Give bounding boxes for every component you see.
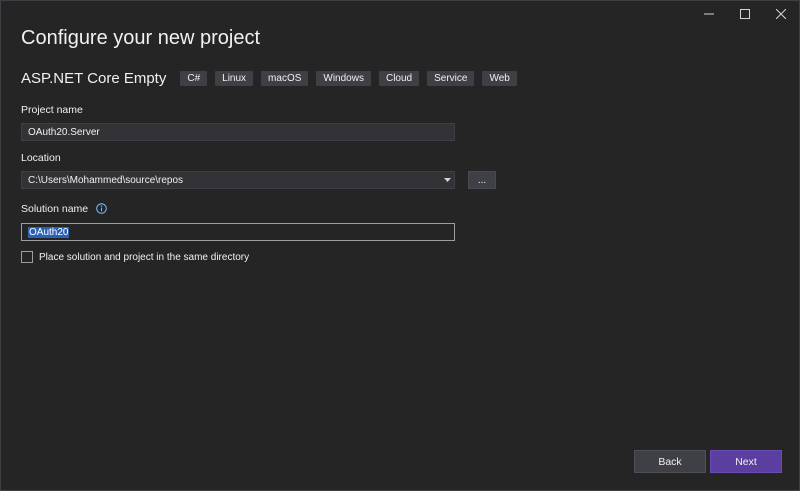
template-name: ASP.NET Core Empty xyxy=(21,70,167,87)
template-info: ASP.NET Core Empty C# Linux macOS Window… xyxy=(21,70,517,87)
browse-button[interactable]: ... xyxy=(468,171,496,189)
solution-name-label-row: Solution name xyxy=(21,203,107,215)
page-title: Configure your new project xyxy=(21,27,261,49)
tag-windows: Windows xyxy=(316,71,371,86)
solution-name-label: Solution name xyxy=(21,203,89,215)
location-combobox[interactable]: C:\Users\Mohammed\source\repos xyxy=(21,171,455,189)
close-icon xyxy=(776,9,786,19)
next-button[interactable]: Next xyxy=(710,450,782,473)
close-button[interactable] xyxy=(763,1,799,27)
tag-csharp: C# xyxy=(180,71,208,86)
window-controls xyxy=(691,1,799,27)
tag-service: Service xyxy=(427,71,475,86)
same-directory-checkbox[interactable] xyxy=(21,251,33,263)
minimize-icon xyxy=(704,13,714,15)
same-directory-option[interactable]: Place solution and project in the same d… xyxy=(21,251,249,263)
project-name-field[interactable]: OAuth20.Server xyxy=(21,123,455,141)
maximize-button[interactable] xyxy=(727,1,763,27)
back-button[interactable]: Back xyxy=(634,450,706,473)
tag-cloud: Cloud xyxy=(378,71,420,86)
tag-linux: Linux xyxy=(215,71,254,86)
same-directory-label: Place solution and project in the same d… xyxy=(39,251,250,263)
tag-macos: macOS xyxy=(261,71,309,86)
location-value: C:\Users\Mohammed\source\repos xyxy=(28,174,184,186)
project-name-label: Project name xyxy=(21,104,83,116)
project-name-value: OAuth20.Server xyxy=(28,126,100,138)
maximize-icon xyxy=(740,9,750,19)
template-tags: C# Linux macOS Windows Cloud Service Web xyxy=(180,71,517,86)
minimize-button[interactable] xyxy=(691,1,727,27)
solution-name-value: OAuth20 xyxy=(28,226,70,238)
solution-name-field[interactable]: OAuth20 xyxy=(21,223,455,241)
dialog-window: Configure your new project ASP.NET Core … xyxy=(0,0,800,491)
location-label: Location xyxy=(21,152,61,164)
chevron-down-icon[interactable] xyxy=(440,172,454,188)
tag-web: Web xyxy=(482,71,517,86)
info-icon[interactable] xyxy=(96,203,107,214)
